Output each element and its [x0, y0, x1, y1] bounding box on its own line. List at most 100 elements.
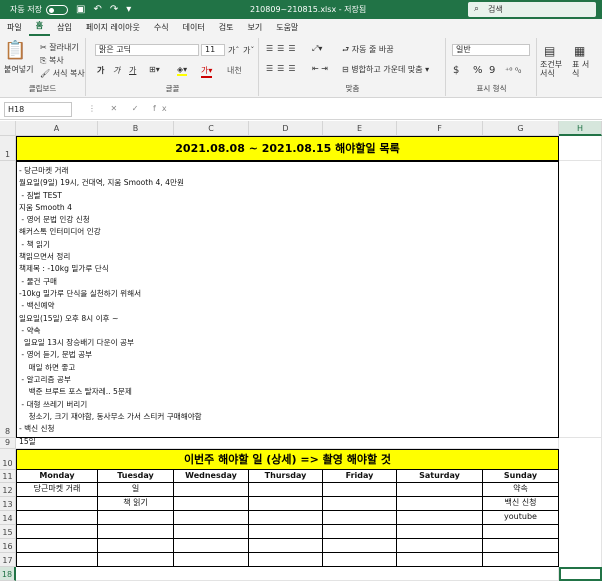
week-cell[interactable] — [323, 511, 397, 525]
week-cell[interactable] — [16, 553, 98, 567]
table-format-icon[interactable]: ▦ — [574, 44, 585, 58]
cell-h10-h18[interactable] — [559, 438, 602, 581]
cell-h1[interactable] — [559, 136, 602, 161]
week-cell[interactable] — [397, 511, 483, 525]
conditional-format-button[interactable]: 조건부 서식 — [540, 60, 564, 78]
format-painter-button[interactable]: 🖌 서식 복사 — [40, 68, 85, 79]
tab-formulas[interactable]: 수식 — [147, 22, 176, 36]
week-cell[interactable]: 일 — [98, 483, 174, 497]
indent-icons[interactable]: ⇤ ⇥ — [312, 64, 328, 73]
week-cell[interactable] — [483, 525, 559, 539]
week-cell[interactable] — [249, 511, 323, 525]
select-all-corner[interactable] — [0, 121, 16, 136]
cell-h2-h9[interactable] — [559, 161, 602, 438]
currency-button[interactable]: $ — [453, 65, 459, 76]
week-cell[interactable] — [397, 525, 483, 539]
column-header-d[interactable]: D — [249, 121, 323, 136]
table-format-button[interactable]: 표 서식 — [572, 60, 590, 78]
column-header-f[interactable]: F — [397, 121, 483, 136]
paste-icon[interactable]: 📋 — [4, 40, 26, 61]
tab-page-layout[interactable]: 페이지 레이아웃 — [79, 22, 147, 36]
row-header-13[interactable]: 13 — [0, 497, 16, 511]
number-format-select[interactable]: 일반 — [452, 44, 530, 56]
weekday-header[interactable]: Tuesday — [98, 470, 174, 483]
orientation-icon[interactable]: ⤢▾ — [312, 44, 322, 54]
week-cell[interactable] — [98, 525, 174, 539]
formula-icons[interactable]: ⋮ ✕ ✓ fx — [88, 104, 173, 113]
tab-data[interactable]: 데이터 — [176, 22, 212, 36]
weekday-header[interactable]: Wednesday — [174, 470, 249, 483]
week-cell[interactable]: youtube — [483, 511, 559, 525]
sheet-title-1[interactable]: 2021.08.08 ~ 2021.08.15 해야할일 목록 — [16, 136, 559, 161]
border-icon[interactable]: ⊞▾ — [149, 65, 160, 74]
weekday-header[interactable]: Thursday — [249, 470, 323, 483]
week-cell[interactable] — [174, 553, 249, 567]
row-header-9[interactable]: 9 — [0, 438, 16, 449]
column-header-a[interactable]: A — [16, 121, 98, 136]
week-cell[interactable] — [483, 553, 559, 567]
week-cell[interactable] — [249, 553, 323, 567]
week-cell[interactable] — [323, 553, 397, 567]
autosave-toggle[interactable] — [45, 4, 68, 15]
phonetic-button[interactable]: 내천 — [227, 65, 242, 76]
merge-center-button[interactable]: ⊟ 병합하고 가운데 맞춤 ▾ — [342, 64, 429, 75]
redo-icon[interactable]: ↷ — [110, 4, 118, 15]
weekday-header[interactable]: Friday — [323, 470, 397, 483]
week-cell[interactable] — [16, 525, 98, 539]
week-cell[interactable] — [174, 483, 249, 497]
week-cell[interactable] — [174, 539, 249, 553]
row-header-11[interactable]: 11 — [0, 470, 16, 483]
week-cell[interactable] — [397, 553, 483, 567]
week-cell[interactable]: 백신 신청 — [483, 497, 559, 511]
week-cell[interactable] — [397, 483, 483, 497]
copy-button[interactable]: ⎘ 복사 — [40, 55, 64, 66]
week-cell[interactable]: 약속 — [483, 483, 559, 497]
fill-color-icon[interactable]: ◈▾ — [177, 65, 188, 76]
conditional-format-icon[interactable]: ▤ — [544, 44, 555, 58]
week-cell[interactable]: 당근마켓 거래 — [16, 483, 98, 497]
tab-help[interactable]: 도움말 — [269, 22, 305, 36]
row-header-16[interactable]: 16 — [0, 539, 16, 553]
weekday-header[interactable]: Monday — [16, 470, 98, 483]
row-18-cells[interactable] — [16, 567, 559, 581]
week-cell[interactable] — [174, 497, 249, 511]
row-header-18[interactable]: 18 — [0, 567, 16, 581]
week-cell[interactable] — [16, 497, 98, 511]
week-cell[interactable] — [249, 483, 323, 497]
row-header-15[interactable]: 15 — [0, 525, 16, 539]
todo-list-block[interactable]: - 당근마켓 거래 월요일(9일) 19시, 건대역, 지움 Smooth 4, … — [16, 161, 559, 470]
selected-cell-h18[interactable] — [559, 567, 602, 581]
week-cell[interactable] — [323, 539, 397, 553]
font-color-icon[interactable]: 가▾ — [201, 65, 213, 78]
tab-home[interactable]: 홈 — [28, 20, 51, 36]
sheet-title-2[interactable]: 이번주 해야할 일 (상세) => 촬영 해야할 것 — [16, 449, 559, 470]
week-cell[interactable] — [174, 511, 249, 525]
tab-view[interactable]: 보기 — [240, 22, 269, 36]
row-header-10[interactable]: 10 — [0, 449, 16, 470]
week-cell[interactable] — [249, 525, 323, 539]
tab-file[interactable]: 파일 — [0, 22, 29, 36]
week-cell[interactable] — [16, 539, 98, 553]
week-cell[interactable] — [397, 539, 483, 553]
customize-toolbar-icon[interactable]: ▾ — [126, 4, 131, 15]
column-header-e[interactable]: E — [323, 121, 397, 136]
comma-button[interactable]: 9 — [489, 65, 495, 76]
font-grow-button[interactable]: 가ˆ — [228, 45, 239, 56]
bold-button[interactable]: 가 — [97, 65, 104, 76]
tab-insert[interactable]: 삽입 — [50, 22, 79, 36]
search-box[interactable]: ⌕ 검색 — [468, 2, 596, 17]
week-cell[interactable] — [174, 525, 249, 539]
row-header-12[interactable]: 12 — [0, 483, 16, 497]
cut-button[interactable]: ✂ 잘라내기 — [40, 42, 79, 53]
name-box[interactable]: H18 — [4, 102, 72, 117]
week-cell[interactable] — [483, 539, 559, 553]
week-cell[interactable] — [323, 497, 397, 511]
undo-icon[interactable]: ↶ — [93, 4, 101, 15]
week-cell[interactable] — [16, 511, 98, 525]
week-cell[interactable]: 책 읽기 — [98, 497, 174, 511]
percent-button[interactable]: % — [473, 65, 483, 76]
week-cell[interactable] — [249, 497, 323, 511]
week-cell[interactable] — [249, 539, 323, 553]
decimal-icons[interactable]: ⁺⁰ ⁰₀ — [505, 66, 521, 75]
week-cell[interactable] — [323, 483, 397, 497]
